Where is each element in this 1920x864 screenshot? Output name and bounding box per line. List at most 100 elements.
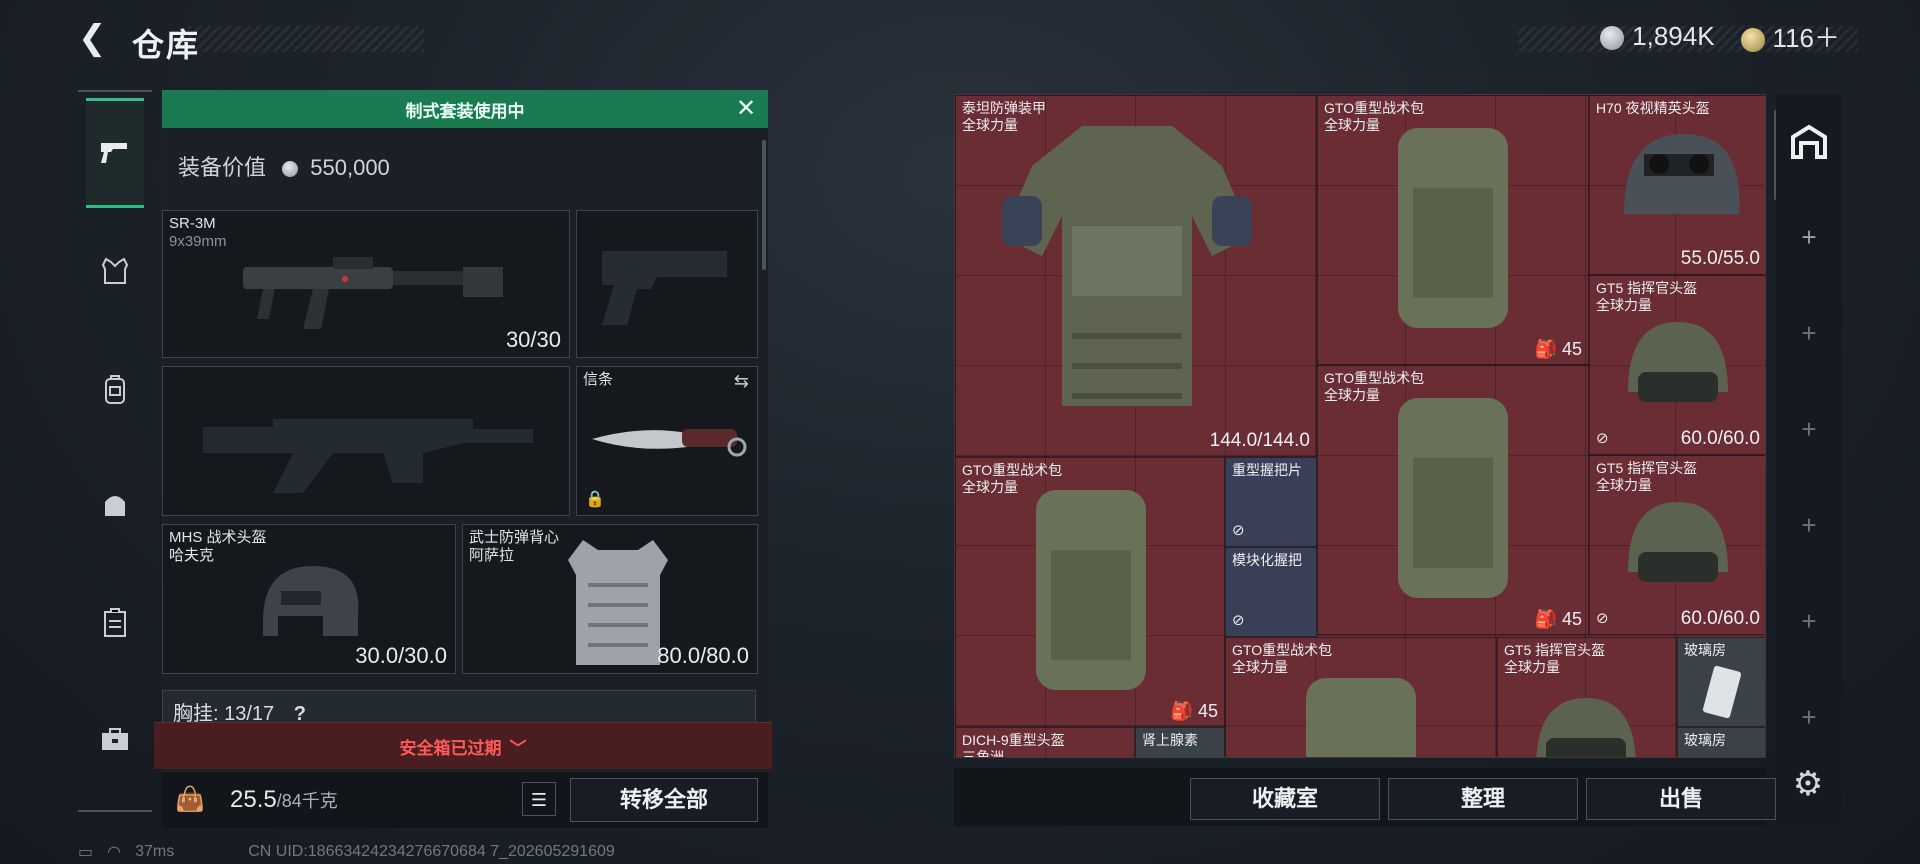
capacity-icon: 🎒 (1534, 339, 1557, 359)
stash-item-gt5-helmet[interactable]: GT5 指挥官头盔 全球力量 (1497, 637, 1677, 757)
stash-item-gt5-helmet[interactable]: GT5 指挥官头盔 全球力量 ⊘ 60.0/60.0 (1589, 455, 1765, 635)
slot-body-armor[interactable]: 武士防弹背心 阿萨拉 80.0/80.0 (462, 524, 758, 674)
nav-weapon[interactable] (86, 98, 144, 208)
container-icon (104, 608, 126, 637)
nav-armor[interactable] (78, 234, 152, 308)
stash-page-home[interactable] (1776, 104, 1842, 178)
slot-sidearm-empty[interactable] (576, 210, 758, 358)
stash-action-bar: 收藏室 整理 出售 (954, 768, 1776, 826)
back-button[interactable]: ❮ (78, 20, 114, 56)
chevron-down-icon: ﹀ (509, 738, 527, 758)
loadout-scrollbar[interactable] (762, 140, 766, 270)
nav-toolbox[interactable] (78, 702, 152, 776)
slot-primary-weapon[interactable]: SR-3M 9x39mm 30/30 (162, 210, 570, 358)
backpack-item-icon (1398, 398, 1508, 598)
backpack-item-icon (1398, 128, 1508, 328)
nav-rig[interactable] (78, 468, 152, 542)
currency-silver[interactable]: 1,894K (1600, 21, 1715, 52)
carry-weight: 25.5/84千克 (230, 786, 338, 813)
toolbox-icon (102, 728, 128, 750)
backpack-item-icon (1036, 490, 1146, 690)
list-view-button[interactable]: ☰ (522, 782, 556, 816)
stash-item-adrenaline[interactable]: 肾上腺素 (1135, 727, 1225, 757)
silver-coin-icon (282, 161, 299, 178)
user-uid: CN UID:18663424234276670684 7_2026052916… (248, 843, 615, 860)
helmet-durability: 30.0/30.0 (355, 643, 447, 668)
knife-icon (592, 429, 747, 457)
stash-page-nav: + + + + + + (1776, 94, 1842, 826)
nav-backpack[interactable] (78, 352, 152, 426)
status-footer: ▭ ◠ 37ms CN UID:18663424234276670684 7_2… (78, 842, 615, 862)
inventory-bottom-bar: 👜 25.5/84千克 ☰ 转移全部 (162, 772, 768, 828)
weapon-name: SR-3M (169, 215, 216, 232)
stash-item-gto-backpack[interactable]: GTO重型战术包 全球力量 🎒 45 (1317, 365, 1589, 635)
stash-item-heavy-grip-plate[interactable]: 重型握把片 ⊘ (1225, 457, 1317, 547)
vest-icon (101, 257, 129, 284)
swap-icon[interactable]: ⇆ (734, 371, 749, 392)
backpack-icon (105, 375, 125, 404)
slot-secondary-weapon-empty[interactable] (162, 366, 570, 516)
stash-page-add-5[interactable]: + (1776, 584, 1842, 658)
plus-icon: + (1801, 605, 1817, 636)
stash-item-gto-backpack[interactable]: GTO重型战术包 全球力量 🎒 45 (955, 457, 1225, 727)
no-insure-icon: ⊘ (1232, 612, 1245, 629)
sort-button[interactable]: 整理 (1388, 778, 1578, 820)
slot-melee[interactable]: 信条 ⇆ 🔒 (576, 366, 758, 516)
list-icon: ☰ (530, 790, 548, 810)
pistol-placeholder-icon (602, 251, 727, 325)
ping-value: 37ms (135, 843, 175, 860)
rifle-placeholder-icon (203, 419, 533, 493)
stash-page-add-1[interactable]: + (1776, 200, 1842, 274)
chest-rig-capacity[interactable]: 胸挂: 13/17 ? (162, 690, 756, 725)
sell-button[interactable]: 出售 (1586, 778, 1776, 820)
helmet-name: MHS 战术头盔 (169, 529, 267, 546)
stash-page-add-3[interactable]: + (1776, 392, 1842, 466)
pistol-icon (101, 143, 127, 163)
helmet-icon (263, 566, 359, 636)
capacity-icon: 🎒 (1170, 701, 1193, 721)
weight-bag-icon: 👜 (175, 786, 205, 813)
stash-home-icon (1791, 124, 1827, 159)
equipment-category-nav (78, 90, 152, 812)
transfer-all-button[interactable]: 转移全部 (570, 778, 758, 822)
stash-item-glass-room[interactable]: 玻璃房 (1677, 637, 1765, 727)
gear-icon: ⚙ (1792, 765, 1824, 803)
slot-helmet[interactable]: MHS 战术头盔 哈夫克 30.0/30.0 (162, 524, 456, 674)
stash-item-gto-backpack[interactable]: GTO重型战术包 全球力量 (1225, 637, 1497, 757)
stash-item-glass-room[interactable]: 玻璃房 (1677, 727, 1765, 757)
currency-gold[interactable]: 116＋ (1740, 18, 1840, 55)
plus-icon: + (1801, 413, 1817, 444)
plus-icon: + (1801, 221, 1817, 252)
safebox-expired-warning[interactable]: 安全箱已过期 ﹀ (154, 722, 772, 769)
melee-name: 信条 (583, 371, 614, 388)
stash-page-add-6[interactable]: + (1776, 680, 1842, 754)
helmet-item-icon (1536, 698, 1636, 757)
collection-room-button[interactable]: 收藏室 (1190, 778, 1380, 820)
lock-icon: 🔒 (585, 491, 605, 508)
title-decoration (188, 26, 424, 52)
weapon-durability: 30/30 (505, 327, 561, 352)
stash-item-gto-backpack[interactable]: GTO重型战术包 全球力量 🎒 45 (1317, 95, 1589, 365)
loadout-panel: 制式套装使用中 ✕ 装备价值 550,000 SR-3M 9x39mm 30/30… (154, 90, 772, 828)
nav-container[interactable] (78, 586, 152, 660)
weapon-caliber: 9x39mm (169, 233, 227, 250)
capacity-icon: 🎒 (1534, 609, 1557, 629)
no-insure-icon: ⊘ (1596, 610, 1609, 627)
helmet-brand: 哈夫克 (169, 547, 215, 564)
stash-item-gt5-helmet[interactable]: GT5 指挥官头盔 全球力量 ⊘ 60.0/60.0 (1589, 275, 1765, 455)
stash-item-titan-armor[interactable]: 泰坦防弹装甲 全球力量 144.0/144.0 (955, 95, 1317, 457)
gold-coin-icon (1740, 28, 1765, 53)
currency-bar: 1,894K 116＋ (1600, 18, 1840, 55)
stash-page-add-2[interactable]: + (1776, 296, 1842, 370)
stash-page-add-4[interactable]: + (1776, 488, 1842, 562)
armor-brand: 阿萨拉 (469, 547, 515, 564)
stash-item-dich9-helmet[interactable]: DICH-9重型头盔 三角洲 (955, 727, 1135, 757)
close-icon[interactable]: ✕ (734, 97, 758, 121)
stash-item-modular-grip[interactable]: 模块化握把 ⊘ (1225, 547, 1317, 637)
battery-icon: ▭ (78, 844, 94, 861)
keycard-icon (1702, 665, 1742, 719)
stash-item-h70-helmet[interactable]: H70 夜视精英头盔 55.0/55.0 (1589, 95, 1765, 275)
settings-button[interactable]: ⚙ (1778, 760, 1838, 808)
armor-durability: 80.0/80.0 (657, 643, 749, 668)
rifle-icon (243, 257, 503, 329)
